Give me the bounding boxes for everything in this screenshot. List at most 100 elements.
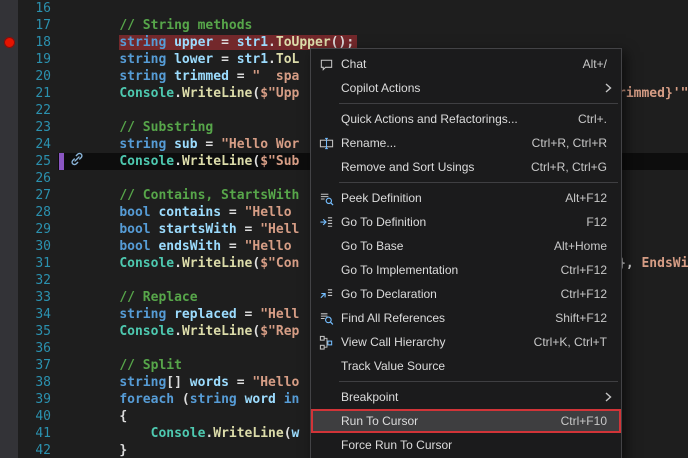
- breakpoint-margin[interactable]: [0, 119, 18, 136]
- code-line[interactable]: 17 // String methods: [0, 17, 688, 34]
- code-token: .: [174, 86, 182, 101]
- breakpoint-margin[interactable]: [0, 204, 18, 221]
- code-token: }: [119, 443, 127, 458]
- menu-shortcut: Alt+/: [583, 57, 621, 71]
- menu-item-copilot-actions[interactable]: Copilot Actions: [311, 76, 621, 100]
- menu-shortcut: Ctrl+R, Ctrl+G: [531, 160, 621, 174]
- code-token: [166, 52, 174, 67]
- breakpoint-margin[interactable]: [0, 340, 18, 357]
- breakpoint-margin[interactable]: [0, 102, 18, 119]
- breakpoint-margin[interactable]: [0, 306, 18, 323]
- menu-item-go-to-declaration[interactable]: Go To DeclarationCtrl+F12: [311, 282, 621, 306]
- code-token: sub: [174, 137, 197, 152]
- menu-shortcut: Ctrl+F12: [561, 263, 621, 277]
- line-number: 16: [18, 0, 58, 17]
- breakpoint-margin[interactable]: [0, 0, 18, 17]
- menu-item-chat[interactable]: ChatAlt+/: [311, 52, 621, 76]
- code-token: [166, 137, 174, 152]
- code-token: [237, 392, 245, 407]
- breakpoint-margin[interactable]: [0, 85, 18, 102]
- glyph-margin: [66, 357, 88, 374]
- menu-item-track-value-source[interactable]: Track Value Source: [311, 354, 621, 378]
- code-token: string: [119, 137, 166, 152]
- selection-margin: [58, 17, 66, 34]
- code-token: =: [229, 375, 252, 390]
- menu-item-go-to-definition[interactable]: Go To DefinitionF12: [311, 210, 621, 234]
- breakpoint-margin[interactable]: [0, 391, 18, 408]
- breakpoint-margin[interactable]: [0, 153, 18, 170]
- menu-item-label: Chat: [341, 57, 583, 71]
- menu-separator: [339, 182, 618, 183]
- code-token: str1: [237, 35, 268, 50]
- menu-item-quick-actions-and-refactorings[interactable]: Quick Actions and Refactorings...Ctrl+.: [311, 107, 621, 131]
- code-line[interactable]: 16: [0, 0, 688, 17]
- menu-item-run-to-cursor[interactable]: Run To CursorCtrl+F10: [311, 409, 621, 433]
- code-token: words: [190, 375, 229, 390]
- breakpoint-margin[interactable]: [0, 289, 18, 306]
- selection-margin: [58, 51, 66, 68]
- breakpoint-margin[interactable]: [0, 170, 18, 187]
- breakpoint-margin[interactable]: [0, 357, 18, 374]
- breakpoint-margin[interactable]: [0, 136, 18, 153]
- breakpoint-margin[interactable]: [0, 221, 18, 238]
- menu-item-force-run-to-cursor[interactable]: Force Run To Cursor: [311, 433, 621, 457]
- line-number: 33: [18, 289, 58, 306]
- menu-shortcut: F12: [586, 215, 621, 229]
- breakpoint-margin[interactable]: [0, 17, 18, 34]
- code-token: =: [237, 307, 260, 322]
- rename-icon: [311, 136, 341, 151]
- line-number: 31: [18, 255, 58, 272]
- code-token: startsWith: [158, 222, 236, 237]
- menu-item-label: Rename...: [341, 136, 532, 150]
- code-token: =: [213, 52, 236, 67]
- glyph-margin: [66, 374, 88, 391]
- menu-item-label: Go To Base: [341, 239, 554, 253]
- menu-item-rename[interactable]: Rename...Ctrl+R, Ctrl+R: [311, 131, 621, 155]
- code-text-fragment: }, EndsWit: [618, 255, 688, 272]
- menu-item-go-to-base[interactable]: Go To BaseAlt+Home: [311, 234, 621, 258]
- menu-shortcut: Alt+F12: [565, 191, 621, 205]
- code-token: WriteLine: [182, 256, 252, 271]
- breakpoint-margin[interactable]: [0, 408, 18, 425]
- breakpoint-margin[interactable]: [0, 187, 18, 204]
- menu-shortcut: Alt+Home: [554, 239, 621, 253]
- breakpoint-margin[interactable]: [0, 425, 18, 442]
- code-token: [276, 392, 284, 407]
- code-token: word: [245, 392, 276, 407]
- selection-margin: [58, 323, 66, 340]
- breakpoint-margin[interactable]: [0, 68, 18, 85]
- menu-item-go-to-implementation[interactable]: Go To ImplementationCtrl+F12: [311, 258, 621, 282]
- menu-item-view-call-hierarchy[interactable]: View Call HierarchyCtrl+K, Ctrl+T: [311, 330, 621, 354]
- breakpoint-margin[interactable]: [0, 238, 18, 255]
- code-token: =: [198, 137, 221, 152]
- glyph-margin: [66, 0, 88, 17]
- menu-item-find-all-references[interactable]: Find All ReferencesShift+F12: [311, 306, 621, 330]
- code-token: string: [119, 375, 166, 390]
- chat-icon: [311, 57, 341, 72]
- code-token: "Hello Wor: [221, 137, 299, 152]
- menu-item-label: Track Value Source: [341, 359, 621, 373]
- breakpoint-margin[interactable]: [0, 51, 18, 68]
- code-token: .: [268, 35, 276, 50]
- glyph-margin: [66, 170, 88, 187]
- breakpoint-margin[interactable]: [0, 442, 18, 458]
- line-number: 37: [18, 357, 58, 374]
- menu-item-label: Go To Implementation: [341, 263, 561, 277]
- breakpoint-margin[interactable]: [0, 34, 18, 51]
- selection-margin: [58, 119, 66, 136]
- menu-item-peek-definition[interactable]: Peek DefinitionAlt+F12: [311, 186, 621, 210]
- breakpoint-margin[interactable]: [0, 374, 18, 391]
- glyph-margin: [66, 17, 88, 34]
- menu-shortcut: Ctrl+.: [578, 112, 621, 126]
- menu-item-breakpoint[interactable]: Breakpoint: [311, 385, 621, 409]
- menu-item-remove-and-sort-usings[interactable]: Remove and Sort UsingsCtrl+R, Ctrl+G: [311, 155, 621, 179]
- breakpoint-icon[interactable]: [4, 37, 15, 48]
- code-token: "Hello: [252, 375, 299, 390]
- line-number: 18: [18, 34, 58, 51]
- submenu-arrow-icon: [605, 83, 621, 93]
- breakpoint-margin[interactable]: [0, 323, 18, 340]
- breakpoint-margin[interactable]: [0, 255, 18, 272]
- breakpoint-margin[interactable]: [0, 272, 18, 289]
- vs-editor-window: 1617 // String methods18 string upper = …: [0, 0, 688, 458]
- glyph-margin: [66, 238, 88, 255]
